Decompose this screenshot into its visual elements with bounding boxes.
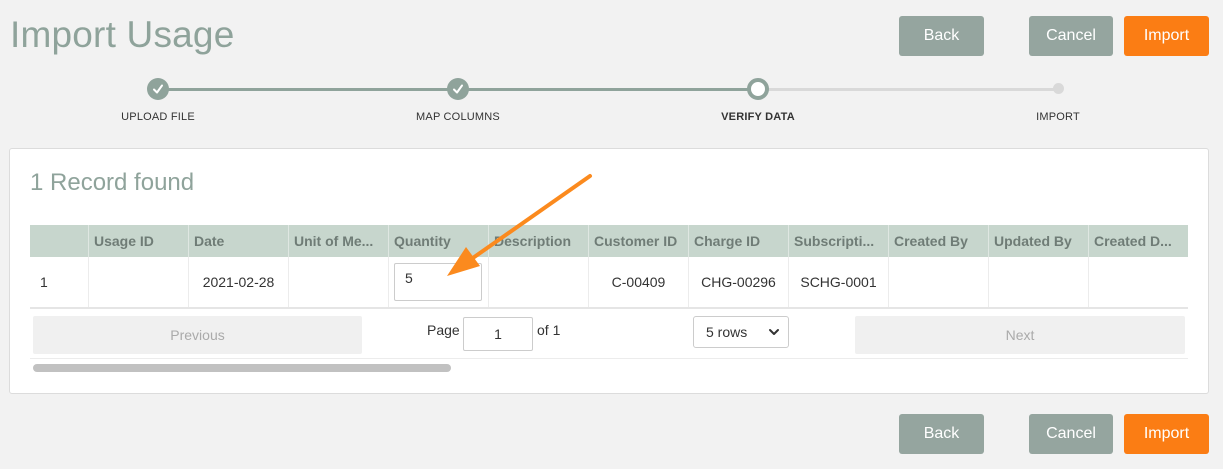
import-button-bottom[interactable]: Import <box>1124 414 1209 454</box>
record-count: 1 Record found <box>30 169 195 196</box>
cell-customer-id: C-00409 <box>589 257 689 307</box>
table-row: 1 2021-02-28 5 C-00409 CHG-00296 SCHG-00… <box>30 257 1188 309</box>
verify-data-panel: 1 Record found Usage ID Date Unit of Me.… <box>9 148 1209 394</box>
column-header-index <box>30 225 89 257</box>
column-header-unit-of-measure[interactable]: Unit of Me... <box>289 225 389 257</box>
import-stepper: UPLOAD FILE MAP COLUMNS VERIFY DATA IMPO… <box>0 72 1223 132</box>
step-label-verify-data: VERIFY DATA <box>721 111 795 123</box>
import-button-top[interactable]: Import <box>1124 16 1209 56</box>
table-header-row: Usage ID Date Unit of Me... Quantity Des… <box>30 225 1188 257</box>
cancel-button-bottom[interactable]: Cancel <box>1029 414 1113 454</box>
page-total-label: of 1 <box>537 322 561 338</box>
column-header-customer-id[interactable]: Customer ID <box>589 225 689 257</box>
step-import-pending-dot <box>1053 83 1064 94</box>
column-header-updated-by[interactable]: Updated By <box>989 225 1089 257</box>
cell-quantity: 5 <box>389 257 489 307</box>
step-upload-file-check-icon <box>147 78 169 100</box>
step-label-map-columns: MAP COLUMNS <box>416 111 500 123</box>
scrollbar-thumb[interactable] <box>33 364 451 372</box>
page-title: Import Usage <box>10 14 235 55</box>
cell-unit-of-measure <box>289 257 389 307</box>
previous-page-button[interactable]: Previous <box>33 316 362 354</box>
back-button-top[interactable]: Back <box>899 16 984 56</box>
back-button-bottom[interactable]: Back <box>899 414 984 454</box>
cell-subscription: SCHG-0001 <box>789 257 889 307</box>
column-header-date[interactable]: Date <box>189 225 289 257</box>
page-label: Page <box>427 322 460 338</box>
column-header-usage-id[interactable]: Usage ID <box>89 225 189 257</box>
cell-usage-id <box>89 257 189 307</box>
chevron-down-icon <box>769 329 779 335</box>
column-header-created-by[interactable]: Created By <box>889 225 989 257</box>
cell-date: 2021-02-28 <box>189 257 289 307</box>
quantity-input[interactable]: 5 <box>394 263 482 301</box>
column-header-charge-id[interactable]: Charge ID <box>689 225 789 257</box>
page-number-input[interactable]: 1 <box>463 317 533 351</box>
step-map-columns-check-icon <box>447 78 469 100</box>
usage-table: Usage ID Date Unit of Me... Quantity Des… <box>30 225 1188 449</box>
step-verify-data-current-dot <box>747 78 769 100</box>
column-header-description[interactable]: Description <box>489 225 589 257</box>
cell-created-date <box>1089 257 1188 307</box>
pagination-bar: Previous Page 1 of 1 5 rows Next <box>30 311 1188 359</box>
cell-created-by <box>889 257 989 307</box>
step-label-import: IMPORT <box>1036 111 1080 123</box>
stepper-line-pending <box>758 88 1058 91</box>
stepper-line-done <box>458 88 758 91</box>
stepper-line-done <box>158 88 458 91</box>
cell-description <box>489 257 589 307</box>
cell-charge-id: CHG-00296 <box>689 257 789 307</box>
column-header-quantity[interactable]: Quantity <box>389 225 489 257</box>
column-header-subscription[interactable]: Subscripti... <box>789 225 889 257</box>
cell-updated-by <box>989 257 1089 307</box>
step-label-upload-file: UPLOAD FILE <box>121 111 195 123</box>
horizontal-scrollbar[interactable] <box>30 363 1188 373</box>
next-page-button[interactable]: Next <box>855 316 1185 354</box>
cell-row-index: 1 <box>30 257 89 307</box>
rows-per-page-value: 5 rows <box>706 324 748 340</box>
column-header-created-date[interactable]: Created D... <box>1089 225 1188 257</box>
cancel-button-top[interactable]: Cancel <box>1029 16 1113 56</box>
rows-per-page-select[interactable]: 5 rows <box>693 316 789 348</box>
